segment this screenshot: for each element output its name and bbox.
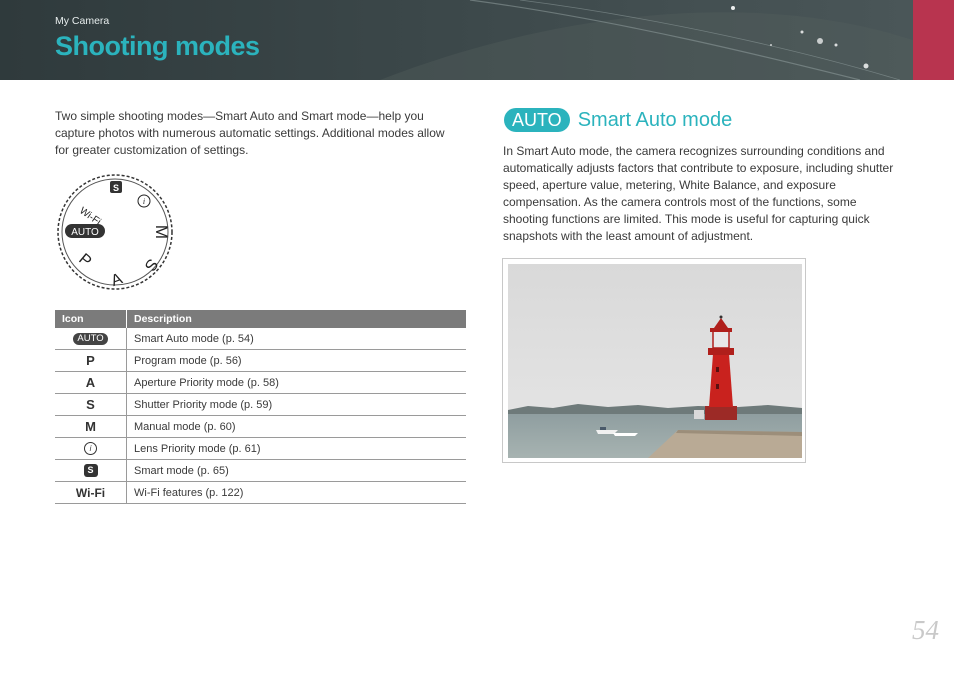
table-row: S Smart mode (p. 65) xyxy=(55,459,466,482)
page-title: Shooting modes xyxy=(55,31,260,61)
page-number: 54 xyxy=(912,615,939,645)
program-mode-icon: P xyxy=(86,353,95,368)
table-row: AUTO Smart Auto mode (p. 54) xyxy=(55,328,466,350)
table-cell-description[interactable]: Program mode (p. 56) xyxy=(126,349,466,372)
table-row: S Shutter Priority mode (p. 59) xyxy=(55,393,466,416)
table-row: A Aperture Priority mode (p. 58) xyxy=(55,371,466,394)
table-cell-description[interactable]: Smart mode (p. 65) xyxy=(126,459,466,482)
wifi-icon: Wi-Fi xyxy=(75,485,106,500)
table-row: M Manual mode (p. 60) xyxy=(55,415,466,438)
table-header-icon: Icon xyxy=(55,310,127,328)
table-row: Wi-Fi Wi-Fi features (p. 122) xyxy=(55,481,466,504)
section-body-text: In Smart Auto mode, the camera recognize… xyxy=(503,144,894,243)
page-header: My Camera Shooting modes xyxy=(0,0,913,80)
lighthouse-photo-image xyxy=(508,264,802,458)
mode-dial-illustration: Wi-Fi S i AUTO M S A P xyxy=(57,174,173,290)
table-row: P Program mode (p. 56) xyxy=(55,349,466,372)
section-heading: AUTO Smart Auto mode xyxy=(504,108,732,132)
intro-text: Two simple shooting modes—Smart Auto and… xyxy=(55,109,445,157)
table-row: i Lens Priority mode (p. 61) xyxy=(55,437,466,460)
lens-priority-icon: i xyxy=(84,442,97,455)
manual-mode-icon: M xyxy=(85,419,96,434)
dial-label-auto: AUTO xyxy=(71,227,99,238)
auto-badge-icon: AUTO xyxy=(504,108,570,132)
table-header-description: Description xyxy=(126,310,466,328)
lighthouse-photo xyxy=(502,258,806,463)
section-title: Smart Auto mode xyxy=(577,108,733,131)
table-header-row: Icon Description xyxy=(55,310,466,328)
aperture-mode-icon: A xyxy=(85,375,96,390)
shutter-mode-icon: S xyxy=(86,397,95,412)
breadcrumb[interactable]: My Camera xyxy=(55,15,109,27)
table-cell-description[interactable]: Manual mode (p. 60) xyxy=(126,415,466,438)
dial-label-m: M xyxy=(152,225,171,239)
dial-label-smart: S xyxy=(113,183,119,193)
table-cell-description[interactable]: Smart Auto mode (p. 54) xyxy=(126,328,466,350)
table-cell-description[interactable]: Wi-Fi features (p. 122) xyxy=(126,481,466,504)
table-cell-description[interactable]: Shutter Priority mode (p. 59) xyxy=(126,393,466,416)
shooting-modes-table: Icon Description AUTO Smart Auto mode (p… xyxy=(55,310,466,504)
table-cell-description[interactable]: Aperture Priority mode (p. 58) xyxy=(126,371,466,394)
smart-mode-icon: S xyxy=(83,464,98,477)
dial-label-lens: i xyxy=(143,197,145,206)
chapter-tab[interactable] xyxy=(913,0,954,80)
table-cell-description[interactable]: Lens Priority mode (p. 61) xyxy=(126,437,466,460)
auto-mode-icon: AUTO xyxy=(73,333,108,345)
